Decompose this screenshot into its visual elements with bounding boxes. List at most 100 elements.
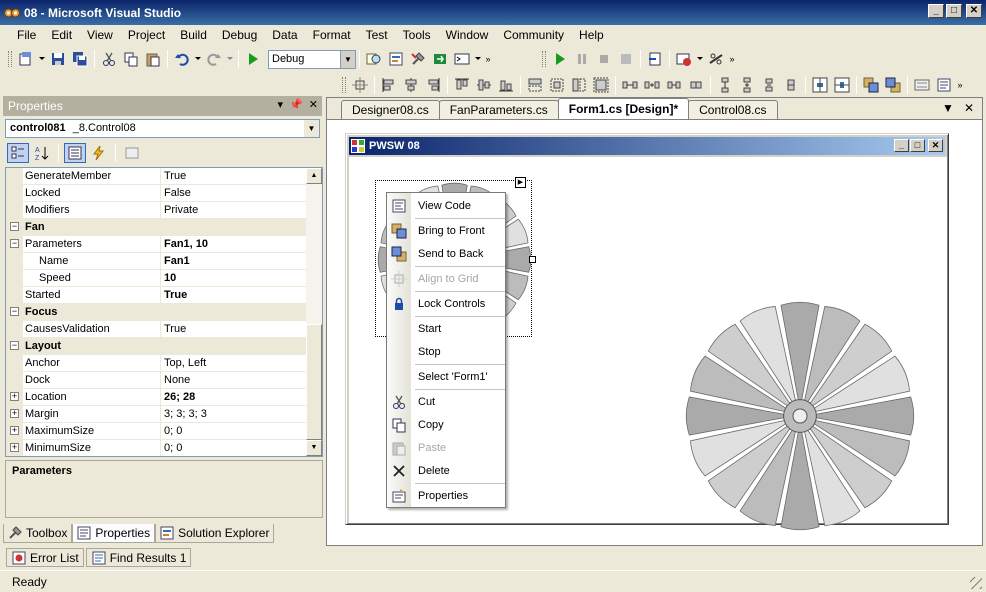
smart-tag-icon[interactable]: ▶ [515,177,526,188]
property-row-modifiers[interactable]: Modifiers Private [6,202,308,219]
horizontal-spacing-equal-button[interactable] [619,74,641,96]
property-row-location[interactable]: + Location 26; 28 [6,389,308,406]
menu-data[interactable]: Data [265,28,305,42]
new-project-button[interactable] [15,48,37,70]
close-panel-icon[interactable]: ✕ [309,98,318,111]
save-button[interactable] [47,48,69,70]
tab-designer08-cs[interactable]: Designer08.cs [341,100,440,119]
toolbar-overflow-icon[interactable]: » [727,48,737,70]
menu-lock-controls[interactable]: Lock Controls [387,293,505,315]
menu-build[interactable]: Build [173,28,215,42]
chevron-down-icon[interactable] [695,48,705,70]
stop-debugging-button[interactable] [593,48,615,70]
continue-button[interactable] [549,48,571,70]
property-value[interactable]: True [161,287,308,303]
menu-test[interactable]: Test [359,28,396,42]
toolbar-grip[interactable] [542,51,546,67]
breakpoints-button[interactable] [673,48,695,70]
form-maximize-button[interactable]: □ [910,139,925,152]
tab-error-list[interactable]: Error List [6,548,84,567]
menu-edit[interactable]: Edit [44,28,80,42]
menu-file[interactable]: File [10,28,44,42]
property-value[interactable]: Fan1, 10 [161,236,308,252]
object-selector-combo[interactable]: control081 _8.Control08 ▼ [5,119,320,138]
chevron-down-icon[interactable] [473,48,483,70]
auto-hide-pin-icon[interactable]: 📌 [289,98,303,111]
remove-vertical-spacing-button[interactable] [780,74,802,96]
menu-stop[interactable]: Stop [387,341,505,363]
collapse-icon[interactable]: − [10,239,19,248]
events-button[interactable] [88,143,110,163]
menu-debug[interactable]: Debug [215,28,265,42]
property-value[interactable]: 26; 28 [161,389,308,405]
collapse-icon[interactable]: − [10,341,19,350]
maximize-button[interactable]: □ [946,4,962,18]
close-document-icon[interactable]: ✕ [964,101,974,115]
remove-horizontal-spacing-button[interactable] [685,74,707,96]
tab-fanparameters-cs[interactable]: FanParameters.cs [438,100,559,119]
chevron-down-icon[interactable] [225,48,235,70]
property-row-dock[interactable]: Dock None [6,372,308,389]
toolbar-overflow-icon[interactable]: » [955,74,965,96]
tab-find-results[interactable]: Find Results 1 [85,548,192,567]
menu-help[interactable]: Help [572,28,612,42]
property-value[interactable]: 0; 0 [161,423,308,439]
chevron-down-icon[interactable] [37,48,47,70]
property-row-minimumsize[interactable]: + MinimumSize 0; 0 [6,440,308,456]
property-row-started[interactable]: Started True [6,287,308,304]
chevron-down-icon[interactable] [193,48,203,70]
lock-controls-button[interactable] [933,74,955,96]
property-row-maximumsize[interactable]: + MaximumSize 0; 0 [6,423,308,440]
increase-horizontal-spacing-button[interactable] [641,74,663,96]
properties-view-button[interactable] [64,143,86,163]
increase-vertical-spacing-button[interactable] [736,74,758,96]
tab-form1-design[interactable]: Form1.cs [Design]* [557,98,690,119]
decrease-vertical-spacing-button[interactable] [758,74,780,96]
expand-icon[interactable]: + [10,409,19,418]
close-button[interactable]: ✕ [966,4,982,18]
align-bottoms-button[interactable] [495,74,517,96]
center-horizontally-button[interactable] [809,74,831,96]
restart-button[interactable] [615,48,637,70]
make-same-size-button[interactable] [590,74,612,96]
property-value[interactable]: Top, Left [161,355,308,371]
toolbar-grip[interactable] [342,77,346,93]
window-position-icon[interactable]: ▾ [278,98,284,111]
menu-select-form1[interactable]: Select 'Form1' [387,366,505,388]
cut-button[interactable] [98,48,120,70]
collapse-icon[interactable]: − [10,307,19,316]
property-row-anchor[interactable]: Anchor Top, Left [6,355,308,372]
show-next-statement-button[interactable] [644,48,666,70]
scrollbar-thumb[interactable] [306,324,322,440]
property-value[interactable]: Private [161,202,308,218]
property-row-name[interactable]: Name Fan1 [6,253,308,270]
tab-solution-explorer[interactable]: Solution Explorer [155,524,275,543]
property-value[interactable]: 3; 3; 3; 3 [161,406,308,422]
property-pages-button[interactable] [121,143,143,163]
property-value[interactable]: 0; 0 [161,440,308,456]
menu-align-to-grid[interactable]: Align to Grid [387,268,505,290]
undo-button[interactable] [171,48,193,70]
solution-explorer-button[interactable] [385,48,407,70]
menu-project[interactable]: Project [121,28,173,42]
align-centers-button[interactable] [400,74,422,96]
tab-order-button[interactable] [911,74,933,96]
align-tops-button[interactable] [451,74,473,96]
property-row-causesvalidation[interactable]: CausesValidation True [6,321,308,338]
menu-send-to-back[interactable]: Send to Back [387,243,505,265]
property-value[interactable]: False [161,185,308,201]
resize-grip-icon[interactable] [970,577,982,589]
break-all-button[interactable] [571,48,593,70]
menu-paste[interactable]: Paste [387,437,505,459]
category-layout[interactable]: − Layout [6,338,308,355]
menu-tools[interactable]: Tools [396,28,439,42]
menu-community[interactable]: Community [496,28,572,42]
property-row-locked[interactable]: Locked False [6,185,308,202]
redo-button[interactable] [203,48,225,70]
make-same-width-button[interactable] [524,74,546,96]
property-value[interactable]: True [161,168,308,184]
form-minimize-button[interactable]: _ [894,139,909,152]
vertical-spacing-equal-button[interactable] [714,74,736,96]
form-title-bar[interactable]: PWSW 08 _ □ ✕ [349,137,945,155]
center-vertically-button[interactable] [831,74,853,96]
